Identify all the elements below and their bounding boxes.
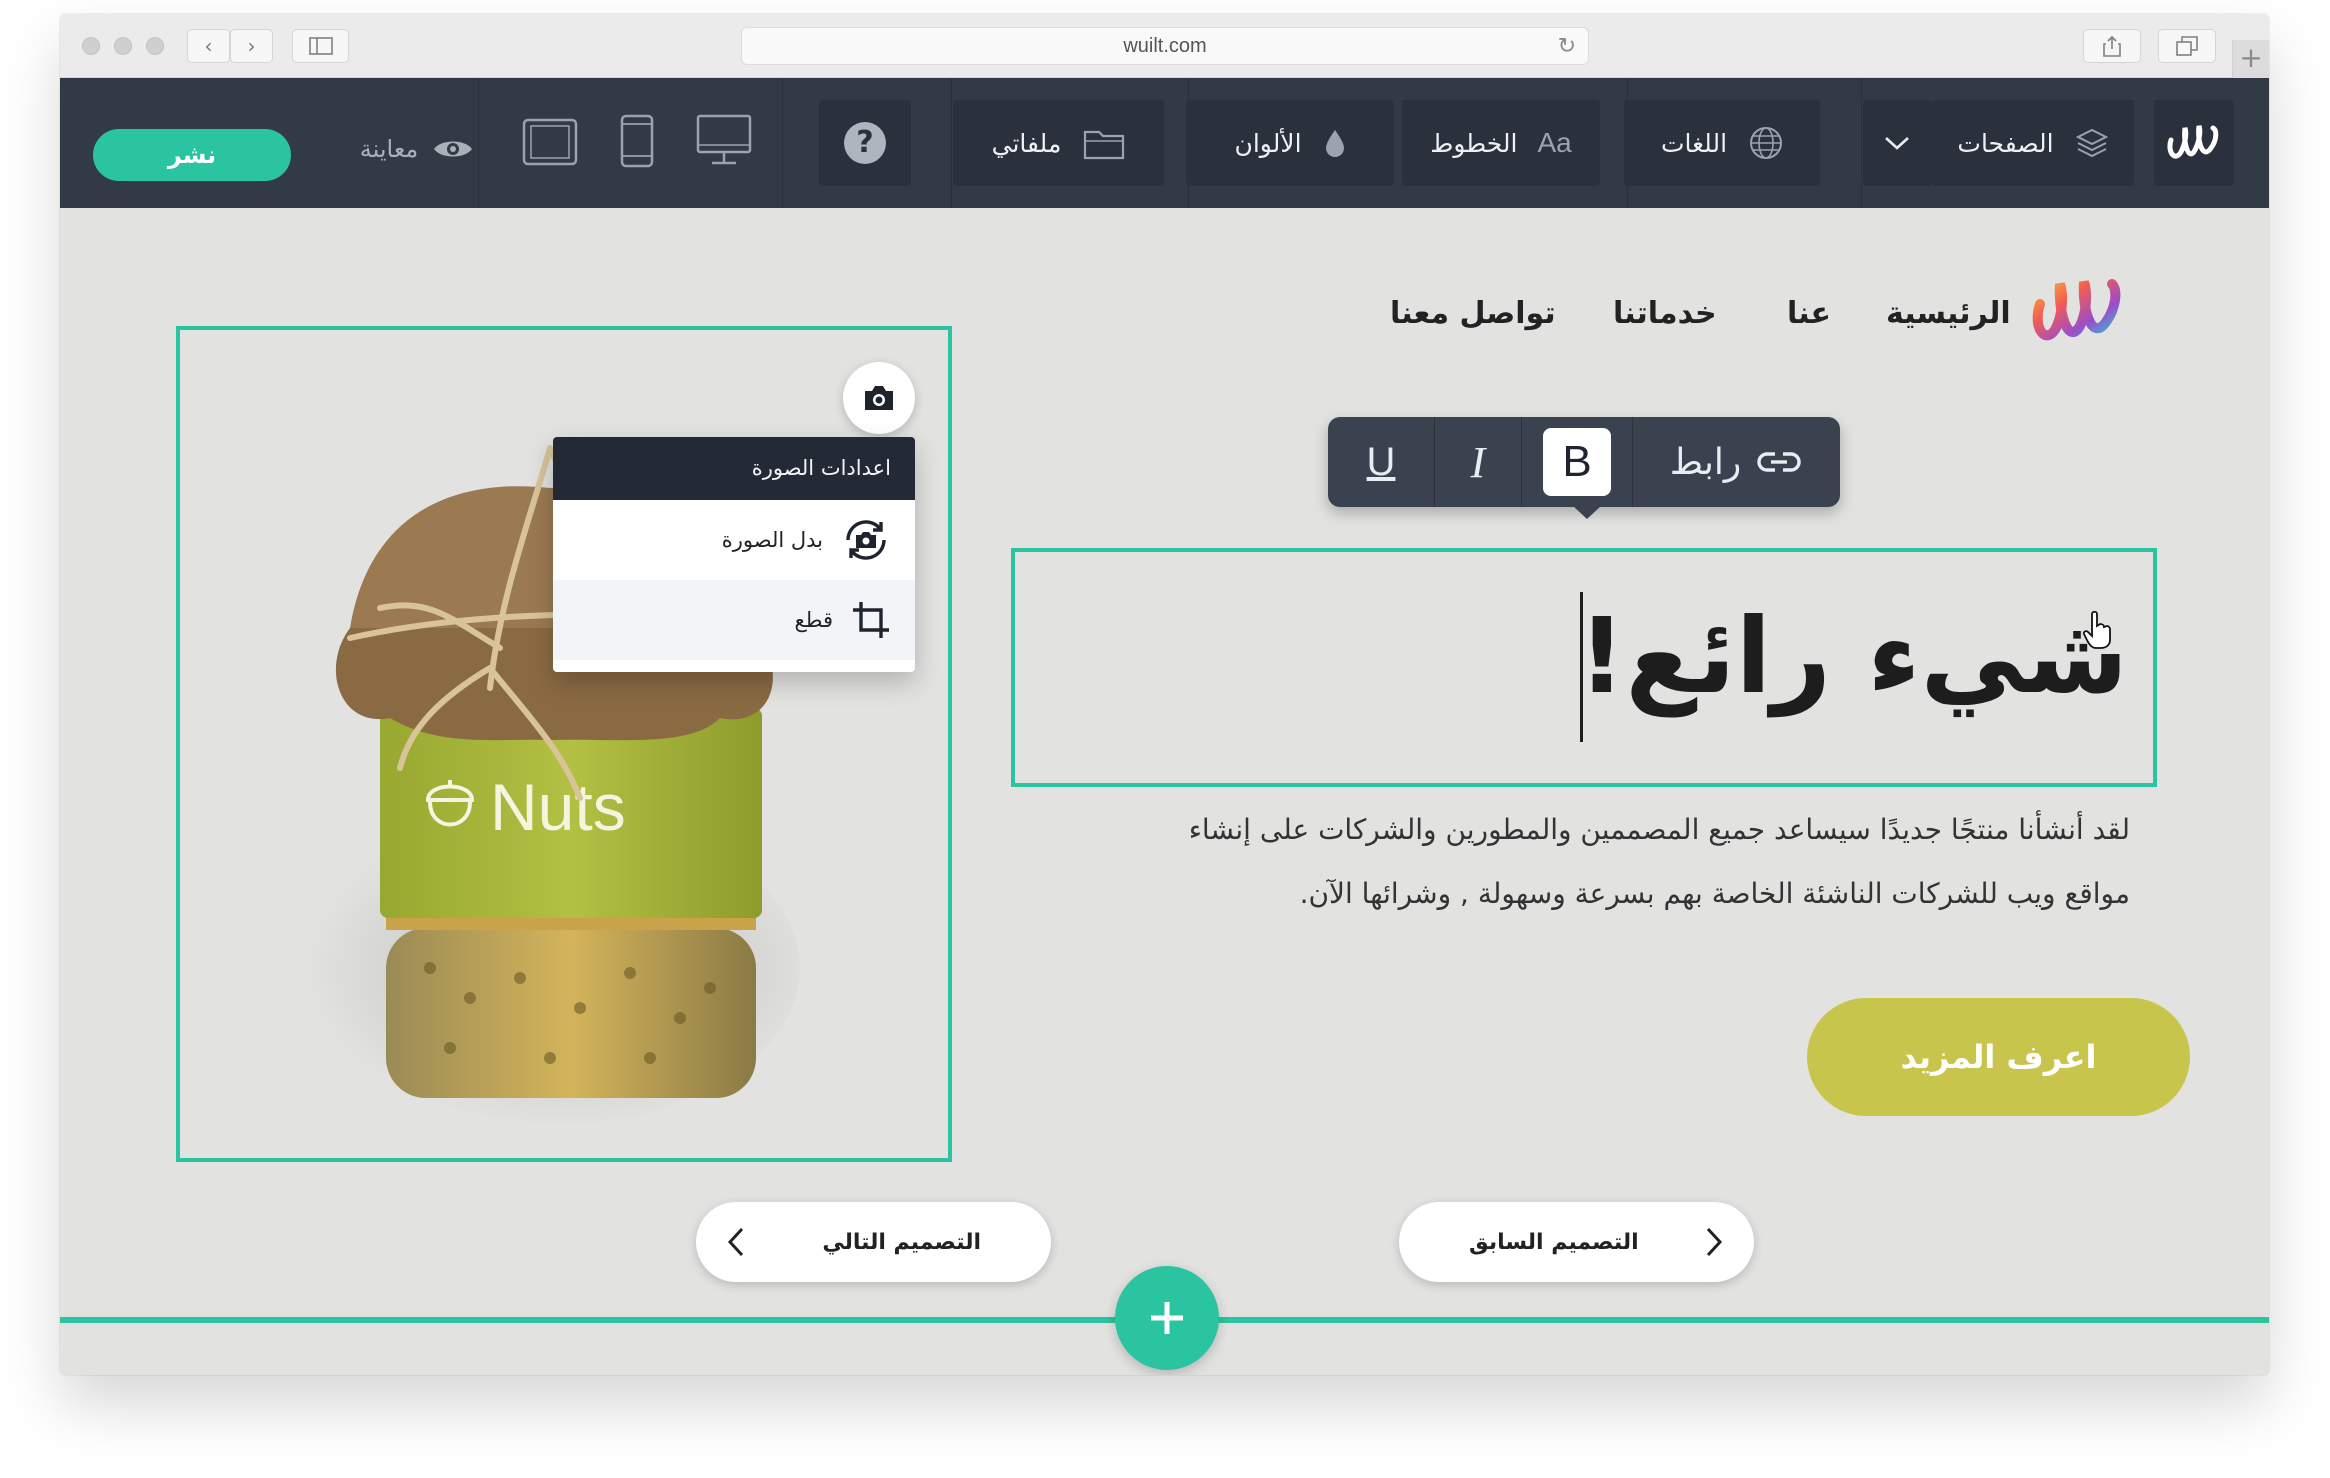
link-button[interactable]: رابط [1633,417,1840,507]
previous-design-label: التصميم السابق [1469,1229,1639,1255]
tablet-icon[interactable] [522,118,578,166]
hero-headline[interactable]: شيء رائع! [1578,576,2128,736]
tabs-button[interactable] [2158,29,2216,63]
layers-icon [2075,128,2108,158]
hand-cursor-icon [2082,610,2111,649]
editor-canvas: الرئيسية عنا خدماتنا تواصل معنا Nuts اعد… [60,208,2269,1375]
color-drop-icon [1325,130,1344,157]
wuilt-logo-button[interactable] [2154,100,2234,186]
preview-label: معاينة [359,135,419,163]
mobile-icon[interactable] [620,114,654,168]
italic-icon: I [1470,437,1486,487]
wuilt-logo-icon [2167,125,2219,159]
colors-label: الألوان [1234,128,1302,158]
browser-chrome: ‹ › wuilt.com ↻ + [60,14,2269,78]
editor-toolbar: نشر معاينة ? ملفاتي الألوان الخطوط Aa ال… [60,78,2269,208]
new-tab-button[interactable]: + [2232,40,2269,78]
sidebar-toggle-button[interactable] [292,29,349,63]
crop-icon [853,602,889,638]
my-files-label: ملفاتي [991,128,1062,158]
hero-paragraph-line-2[interactable]: مواقع ويب للشركات الناشئة الخاصة بهم بسر… [1060,862,2130,926]
colors-button[interactable]: الألوان [1186,100,1394,186]
plus-icon [1151,1302,1183,1334]
pages-label: الصفحات [1957,128,2054,158]
pages-button[interactable]: الصفحات [1931,100,2134,186]
help-button[interactable]: ? [819,100,911,186]
window-zoom-button[interactable] [146,37,164,55]
globe-icon [1750,127,1783,159]
previous-design-button[interactable]: التصميم السابق [1399,1202,1754,1282]
hero-paragraph-line-1[interactable]: لقد أنشأنا منتجًا جديدًا سيساعد جميع الم… [1060,798,2130,862]
pages-dropdown-toggle[interactable] [1863,100,1931,186]
share-button[interactable] [2083,29,2141,63]
crop-label: قطع [794,608,833,632]
languages-button[interactable]: اللغات [1624,100,1820,186]
folder-icon [1084,130,1125,160]
sidebar-icon [308,37,333,55]
replace-image-icon [846,520,886,560]
window-minimize-button[interactable] [114,37,132,55]
add-section-button[interactable] [1115,1266,1219,1370]
image-settings-menu: اعدادات الصورة بدل الصورة قطع [553,437,915,672]
reload-icon[interactable]: ↻ [1558,28,1576,64]
image-menu-title: اعدادات الصورة [553,437,915,500]
nav-item-contact[interactable]: تواصل معنا [1390,296,1556,331]
fonts-label: الخطوط [1430,128,1518,158]
bold-button[interactable]: B [1522,417,1632,507]
toolbar-divider [478,78,479,208]
nav-item-services[interactable]: خدماتنا [1613,296,1717,331]
text-format-toolbar: U I B رابط [1328,417,1840,519]
browser-window: ‹ › wuilt.com ↻ + نشر معاينة ? ملفاتي ال… [60,14,2269,1375]
replace-image-item[interactable]: بدل الصورة [553,500,915,580]
address-bar[interactable]: wuilt.com ↻ [741,27,1589,65]
underline-icon: U [1366,439,1396,484]
format-toolbar-pointer [1572,505,1602,519]
tabs-icon [2176,36,2198,56]
link-label: رابط [1669,441,1742,483]
chevron-right-icon [1706,1227,1723,1257]
desktop-icon[interactable] [696,114,752,166]
italic-button[interactable]: I [1435,417,1521,507]
help-icon: ? [844,122,886,164]
chevron-down-icon [1885,137,1909,150]
toolbar-divider [1861,78,1862,208]
toolbar-divider [951,78,952,208]
link-icon [1757,452,1801,472]
my-files-button[interactable]: ملفاتي [953,100,1164,186]
bold-icon: B [1543,428,1611,496]
toolbar-divider [782,78,783,208]
replace-image-label: بدل الصورة [721,528,823,552]
nav-item-about[interactable]: عنا [1787,296,1831,331]
languages-label: اللغات [1660,128,1728,158]
window-close-button[interactable] [82,37,100,55]
learn-more-button[interactable]: اعرف المزيد [1807,998,2190,1116]
preview-button[interactable]: معاينة [322,122,512,176]
chevron-left-icon: ‹ [204,34,213,58]
url-text: wuilt.com [1123,35,1207,57]
crop-image-item[interactable]: قطع [553,580,915,660]
forward-button[interactable]: › [230,29,273,63]
site-logo-icon[interactable] [2026,270,2126,354]
next-design-button[interactable]: التصميم التالي [696,1202,1051,1282]
next-design-label: التصميم التالي [822,1229,981,1255]
eye-icon [434,141,473,157]
svg-text:Nuts: Nuts [490,770,626,844]
publish-button[interactable]: نشر [93,129,291,181]
fonts-button[interactable]: الخطوط Aa [1402,100,1600,186]
chevron-right-icon: › [247,34,256,58]
image-settings-button[interactable] [843,362,915,434]
plus-icon: + [2239,41,2263,74]
underline-button[interactable]: U [1328,417,1434,507]
nav-item-home[interactable]: الرئيسية [1886,296,2011,331]
font-aa-icon: Aa [1537,127,1572,158]
camera-icon [865,386,893,410]
chevron-left-icon [727,1227,744,1257]
share-icon [2103,35,2121,57]
back-button[interactable]: ‹ [187,29,230,63]
